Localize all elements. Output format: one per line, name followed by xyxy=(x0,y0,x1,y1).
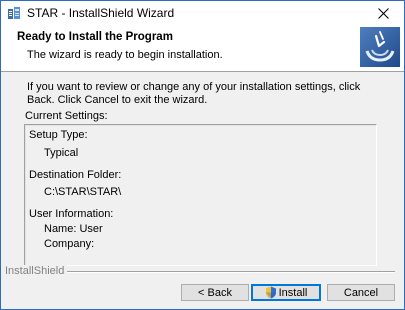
cancel-button-label: Cancel xyxy=(343,286,379,299)
window-title: STAR - InstallShield Wizard xyxy=(27,6,175,20)
installer-window: STAR - InstallShield Wizard Ready to Ins… xyxy=(0,0,405,310)
installshield-brand-label: InstallShield xyxy=(5,265,68,277)
cancel-button[interactable]: Cancel xyxy=(327,284,395,301)
current-settings-label: Current Settings: xyxy=(25,110,108,122)
destination-folder-value: C:\STAR\STAR\ xyxy=(44,186,122,198)
page-subtitle: The wizard is ready to begin installatio… xyxy=(27,49,223,61)
user-information-label: User Information: xyxy=(29,208,114,220)
setup-type-value: Typical xyxy=(44,147,79,159)
destination-folder-label: Destination Folder: xyxy=(29,169,122,181)
installshield-logo-icon xyxy=(360,27,400,67)
back-button[interactable]: < Back xyxy=(181,284,249,301)
install-button[interactable]: Install xyxy=(251,284,321,301)
close-icon xyxy=(377,7,389,19)
intro-text: If you want to review or change any of y… xyxy=(27,81,361,106)
back-button-label: < Back xyxy=(198,286,232,299)
user-company-line: Company: xyxy=(44,238,95,250)
user-name-line: Name: User xyxy=(44,223,103,235)
page-title: Ready to Install the Program xyxy=(17,31,173,43)
title-bar: STAR - InstallShield Wizard xyxy=(1,1,404,25)
install-button-label: Install xyxy=(278,286,308,299)
uac-shield-icon xyxy=(265,286,276,299)
wizard-header: Ready to Install the Program The wizard … xyxy=(1,25,404,72)
close-button[interactable] xyxy=(362,1,404,25)
wizard-content: If you want to review or change any of y… xyxy=(1,72,404,267)
setup-type-label: Setup Type: xyxy=(29,129,88,141)
installer-app-icon xyxy=(8,7,20,19)
settings-summary-box[interactable]: Setup Type: Typical Destination Folder: … xyxy=(24,124,377,266)
